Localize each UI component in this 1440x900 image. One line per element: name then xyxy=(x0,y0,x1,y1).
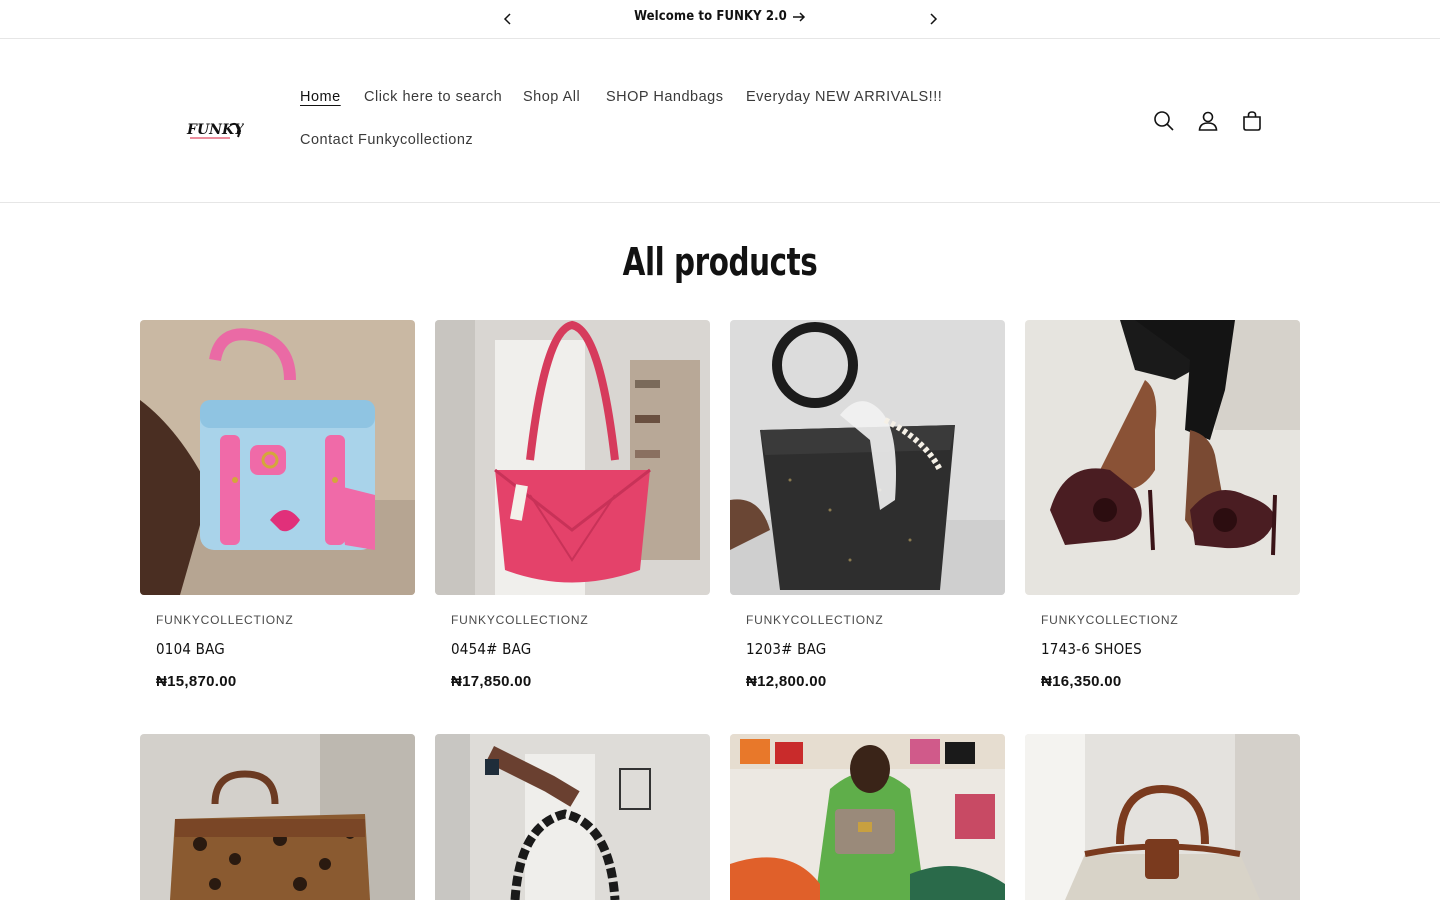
product-vendor: FUNKYCOLLECTIONZ xyxy=(746,613,884,627)
product-card[interactable]: FUNKYCOLLECTIONZ 1203# BAG ₦12,800.00 xyxy=(730,320,1005,690)
product-image xyxy=(1025,734,1300,900)
logo-image: FUNKY xyxy=(186,122,246,139)
nav-new-arrivals[interactable]: Everyday NEW ARRIVALS!!! xyxy=(746,89,942,105)
announcement-bar: Welcome to FUNKY 2.0 xyxy=(0,0,1440,39)
product-image xyxy=(140,734,415,900)
page-title: All products xyxy=(622,240,818,284)
product-card[interactable] xyxy=(730,734,1005,900)
nav-shop-all[interactable]: Shop All xyxy=(523,89,580,105)
product-card[interactable]: FUNKYCOLLECTIONZ 1743-6 SHOES ₦16,350.00 xyxy=(1025,320,1300,690)
product-card[interactable] xyxy=(1025,734,1300,900)
cart-icon xyxy=(1243,111,1261,131)
product-image xyxy=(730,320,1005,595)
product-vendor: FUNKYCOLLECTIONZ xyxy=(1041,613,1179,627)
announcement-link[interactable]: Welcome to FUNKY 2.0 xyxy=(634,9,806,24)
arrow-right-icon xyxy=(792,11,805,22)
product-image xyxy=(435,320,710,595)
product-name[interactable]: 1743-6 SHOES xyxy=(1041,640,1142,658)
product-image xyxy=(1025,320,1300,595)
product-card[interactable]: FUNKYCOLLECTIONZ 0454# BAG ₦17,850.00 xyxy=(435,320,710,690)
product-name[interactable]: 0454# BAG xyxy=(451,640,531,658)
nav-contact[interactable]: Contact Funkycollectionz xyxy=(300,132,473,148)
nav-shop-handbags[interactable]: SHOP Handbags xyxy=(606,89,723,105)
account-button[interactable] xyxy=(1196,109,1220,133)
search-button[interactable] xyxy=(1152,109,1176,133)
site-header: FUNKY Home Click here to search Shop All… xyxy=(0,39,1440,203)
product-card[interactable] xyxy=(435,734,710,900)
cart-button[interactable] xyxy=(1240,109,1264,133)
logo[interactable]: FUNKY xyxy=(186,119,246,143)
nav-home[interactable]: Home xyxy=(300,89,341,105)
product-name[interactable]: 1203# BAG xyxy=(746,640,826,658)
announcement-text: Welcome to FUNKY 2.0 xyxy=(634,9,787,24)
account-icon xyxy=(1198,111,1218,131)
product-card[interactable]: FUNKYCOLLECTIONZ 0104 BAG ₦15,870.00 xyxy=(140,320,415,690)
product-price: ₦15,870.00 xyxy=(156,673,237,690)
search-icon xyxy=(1154,111,1174,131)
product-price: ₦12,800.00 xyxy=(746,673,827,690)
announcement-next-button[interactable] xyxy=(922,8,944,30)
product-image xyxy=(730,734,1005,900)
header-icons xyxy=(1150,109,1270,133)
product-image xyxy=(435,734,710,900)
product-price: ₦16,350.00 xyxy=(1041,673,1122,690)
product-name[interactable]: 0104 BAG xyxy=(156,640,225,658)
announcement-message: Welcome to FUNKY 2.0 xyxy=(0,9,1440,24)
chevron-right-icon xyxy=(930,13,938,25)
product-price: ₦17,850.00 xyxy=(451,673,532,690)
product-vendor: FUNKYCOLLECTIONZ xyxy=(156,613,294,627)
nav-search-link[interactable]: Click here to search xyxy=(364,89,502,105)
product-card[interactable] xyxy=(140,734,415,900)
product-vendor: FUNKYCOLLECTIONZ xyxy=(451,613,589,627)
product-image xyxy=(140,320,415,595)
